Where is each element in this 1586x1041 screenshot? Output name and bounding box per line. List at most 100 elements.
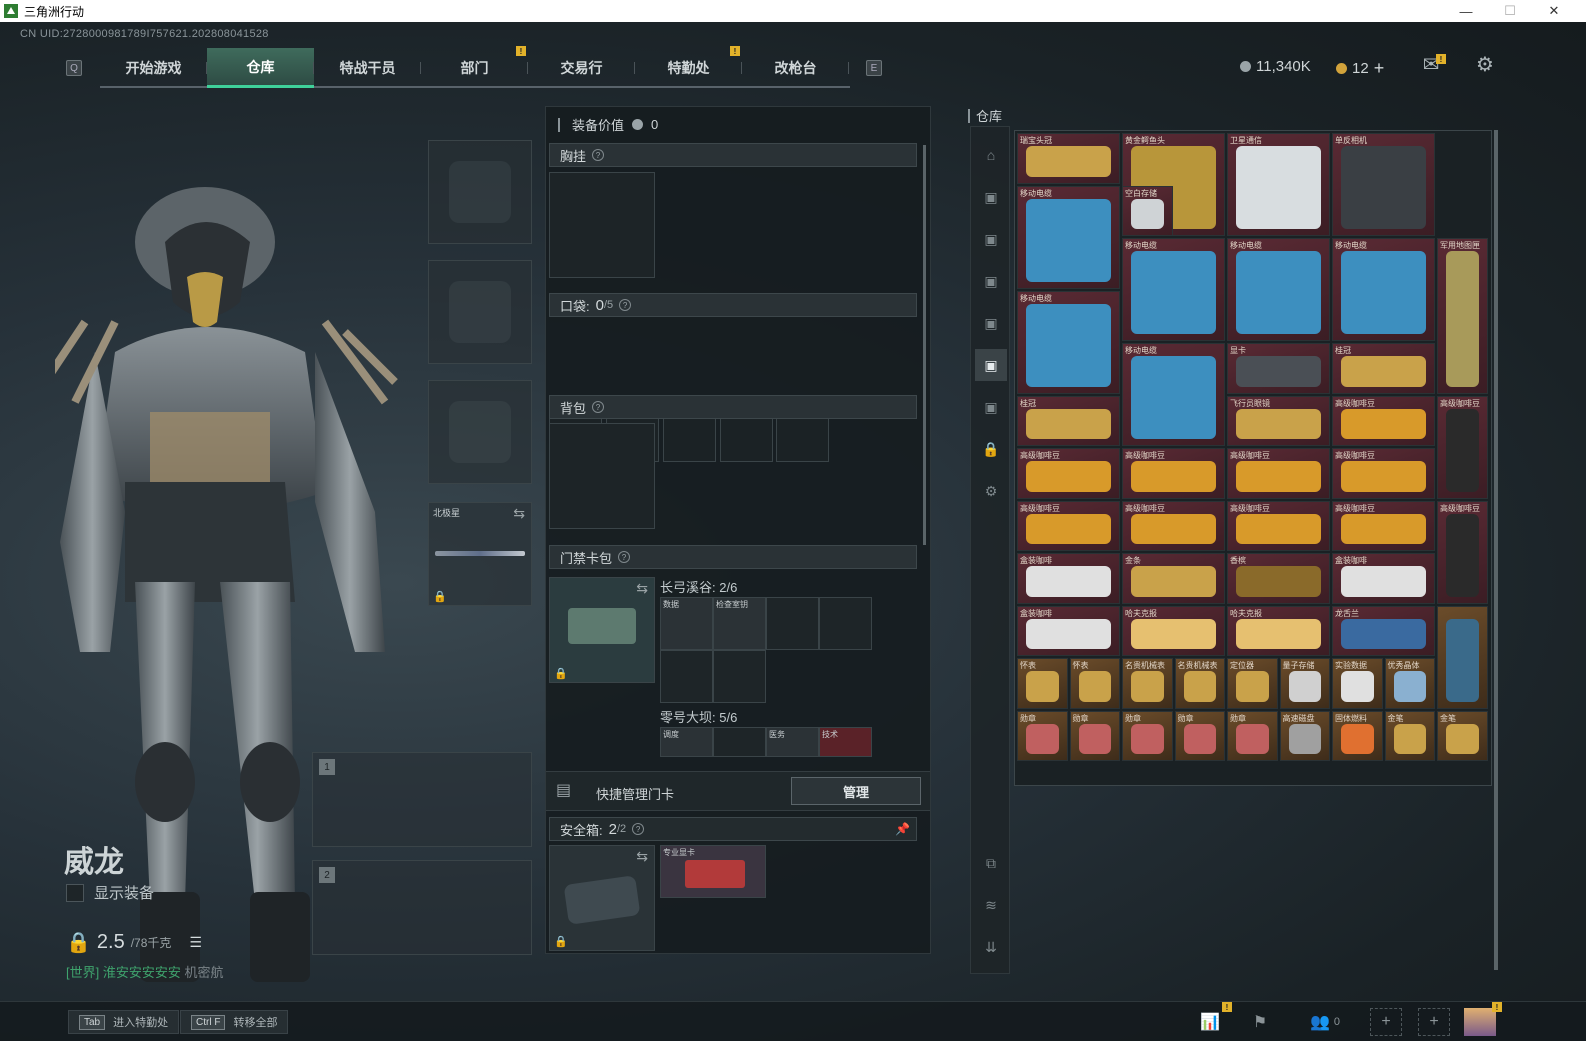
premium-balance[interactable]: 12 + [1336, 58, 1384, 79]
stash-sort-icon[interactable]: ⧉ [975, 847, 1007, 879]
stash-item[interactable]: 名贵机械表 [1174, 658, 1225, 709]
help-icon[interactable]: ? [592, 149, 605, 161]
stash-item[interactable]: 桂冠 [1332, 343, 1435, 394]
stash-item[interactable]: 高级咖啡豆 [1227, 500, 1330, 551]
stash-layers-icon[interactable]: ≋ [975, 889, 1007, 921]
stash-item[interactable]: 军用地图匣 [1437, 238, 1488, 394]
stash-item[interactable]: 高级咖啡豆 [1437, 500, 1488, 604]
keycard-case-slot[interactable]: ⇆ 🔒 [549, 577, 655, 683]
stash-item[interactable]: 定位器 [1227, 658, 1278, 709]
stash-tab-all-icon[interactable]: ⌂ [975, 139, 1007, 171]
manage-button[interactable]: 管理 [791, 777, 921, 805]
tab-special-ops[interactable]: 特勤处 [635, 48, 742, 88]
safebox-item[interactable]: 专业显卡 [660, 845, 766, 898]
key-item[interactable]: 检查室钥 [713, 597, 766, 650]
list-icon[interactable]: ☰ [189, 934, 202, 951]
stash-item[interactable]: 金条 [1122, 553, 1225, 604]
stash-item[interactable]: 移动电缆 [1332, 238, 1435, 341]
key-slot[interactable] [819, 597, 872, 650]
tab-market[interactable]: 交易行 [528, 48, 635, 88]
stash-item[interactable]: 金笔 [1384, 710, 1435, 761]
flag-icon[interactable]: ⚑ [1244, 1008, 1276, 1036]
stash-tab-5-icon[interactable]: ▣ [975, 349, 1007, 381]
help-icon[interactable]: ? [632, 823, 645, 835]
stash-item[interactable]: 高级咖啡豆 [1122, 448, 1225, 499]
stash-settings-icon[interactable]: ⚙ [975, 475, 1007, 507]
stash-item[interactable]: 实验数据 [1332, 658, 1383, 709]
help-icon[interactable]: ? [619, 299, 632, 311]
help-icon[interactable]: ? [618, 551, 631, 563]
stash-item[interactable]: 名贵机械表 [1122, 658, 1173, 709]
key-item[interactable]: 技术 [819, 727, 872, 757]
help-icon[interactable]: ? [592, 401, 605, 413]
key-item[interactable]: 医务 [766, 727, 819, 757]
safebox-slot[interactable]: ⇆ 🔒 [549, 845, 655, 951]
stash-item[interactable]: 怀表 [1017, 658, 1068, 709]
stash-item[interactable]: 移动电缆 [1122, 238, 1225, 341]
stash-tab-3-icon[interactable]: ▣ [975, 265, 1007, 297]
transfer-all-hint[interactable]: Ctrl F 转移全部 [180, 1010, 289, 1034]
stash-item[interactable]: 高级咖啡豆 [1437, 395, 1488, 499]
key-slot[interactable] [713, 650, 766, 703]
add-currency-icon[interactable]: + [1374, 58, 1385, 79]
stash-item[interactable] [1437, 605, 1488, 709]
stash-tab-2-icon[interactable]: ▣ [975, 223, 1007, 255]
equipment-scrollbar[interactable] [923, 145, 926, 545]
melee-slot[interactable]: 北极星 ⇆ 🔒 [428, 502, 532, 606]
maximize-button[interactable]: ☐ [1488, 0, 1532, 22]
stash-item[interactable]: 空白存储 [1122, 185, 1173, 236]
close-button[interactable]: ✕ [1532, 0, 1576, 22]
show-equipment-toggle[interactable]: 显示装备 [66, 882, 154, 903]
key-item[interactable]: 调度 [660, 727, 713, 757]
settings-gear-icon[interactable]: ⚙ [1472, 52, 1498, 76]
player-avatar[interactable] [1464, 1008, 1496, 1036]
stash-item[interactable]: 勋章 [1069, 710, 1120, 761]
stash-item[interactable]: 盒装咖啡 [1017, 605, 1120, 656]
stash-collect-icon[interactable]: ⇊ [975, 931, 1007, 963]
stash-scrollbar[interactable] [1494, 130, 1498, 970]
chat-line[interactable]: [世界] 淮安安安安安 机密航 [66, 962, 224, 981]
stash-item[interactable]: 高级咖啡豆 [1122, 500, 1225, 551]
stash-item[interactable]: 卫星通信 [1227, 133, 1330, 236]
show-equipment-checkbox[interactable] [66, 883, 84, 902]
backpack-slot[interactable] [549, 423, 655, 529]
key-slot[interactable] [766, 597, 819, 650]
tab-operators[interactable]: 特战干员 [314, 48, 421, 88]
stash-item[interactable]: 移动电缆 [1017, 185, 1120, 289]
stash-tab-1-icon[interactable]: ▣ [975, 181, 1007, 213]
stash-item[interactable]: 高级咖啡豆 [1017, 448, 1120, 499]
stash-item[interactable]: 显卡 [1227, 343, 1330, 394]
stats-icon[interactable]: 📊 [1194, 1008, 1226, 1036]
stash-lock-icon[interactable]: 🔒 [975, 433, 1007, 465]
special-ops-hint[interactable]: Tab 进入特勤处 [68, 1010, 180, 1034]
stash-item[interactable]: 高级咖啡豆 [1227, 448, 1330, 499]
helmet-slot[interactable] [428, 140, 532, 244]
tab-department[interactable]: 部门 [421, 48, 528, 88]
add-squad-slot-icon[interactable]: + [1418, 1008, 1450, 1036]
key-slot[interactable] [713, 727, 766, 757]
stash-item[interactable]: 哈夫克报 [1122, 605, 1225, 656]
stash-item[interactable]: 高级咖啡豆 [1017, 500, 1120, 551]
key-item[interactable]: 数据 [660, 597, 713, 650]
secondary-weapon-slot[interactable]: 2 [312, 860, 532, 955]
tab-warehouse[interactable]: 仓库 [207, 48, 314, 88]
tab-gunsmith[interactable]: 改枪台 [742, 48, 849, 88]
stash-item[interactable]: 盒装咖啡 [1017, 553, 1120, 604]
stash-item[interactable]: 高级咖啡豆 [1332, 395, 1435, 446]
stash-item[interactable]: 勋章 [1122, 710, 1173, 761]
pin-icon[interactable]: 📌 [895, 822, 910, 836]
stash-item[interactable]: 桂冠 [1017, 395, 1120, 446]
minimize-button[interactable]: — [1444, 0, 1488, 22]
stash-item[interactable]: 飞行员眼镜 [1227, 395, 1330, 446]
stash-item[interactable]: 勋章 [1174, 710, 1225, 761]
stash-item[interactable]: 哈夫克报 [1227, 605, 1330, 656]
stash-item[interactable]: 香槟 [1227, 553, 1330, 604]
stash-item[interactable]: 移动电缆 [1017, 290, 1120, 394]
swap-icon[interactable]: ⇆ [636, 848, 648, 865]
key-slot[interactable] [660, 650, 713, 703]
stash-item[interactable]: 固体燃料 [1332, 710, 1383, 761]
stash-item[interactable]: 勋章 [1017, 710, 1068, 761]
swap-icon[interactable]: ⇆ [513, 505, 525, 522]
armor-slot[interactable] [428, 260, 532, 364]
prev-tab-key[interactable]: Q [66, 60, 82, 76]
